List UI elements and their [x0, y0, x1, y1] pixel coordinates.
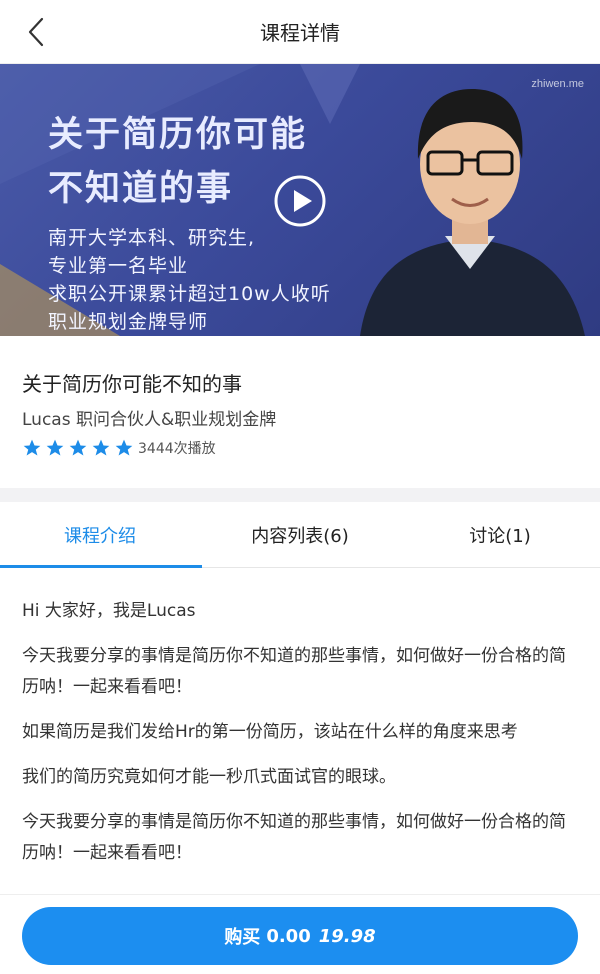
top-nav-bar: 课程详情 [0, 0, 600, 64]
course-rating: 3444次播放 [22, 438, 216, 458]
banner-headline: 关于简历你可能 不知道的事 [48, 115, 308, 209]
tab-discussion[interactable]: 讨论(1) [400, 502, 600, 568]
description-paragraph: 如果简历是我们发给Hr的第一份简历，该站在什么样的角度来思考 [22, 722, 518, 742]
banner-bullet: 专业第一名毕业 [48, 255, 189, 277]
description-paragraph: 今天我要分享的事情是简历你不知道的那些事情，如何做好一份合格的简历呐！一起来看看… [22, 646, 566, 697]
star-icon [23, 439, 41, 456]
tab-course-intro[interactable]: 课程介绍 [0, 502, 200, 568]
banner-bullet: 求职公开课累计超过10w人收听 [48, 283, 331, 305]
tab-content-list[interactable]: 内容列表(6) [200, 502, 400, 568]
course-description: Hi 大家好，我是Lucas 今天我要分享的事情是简历你不知道的那些事情，如何做… [22, 568, 578, 894]
rating-stars [22, 438, 134, 458]
star-icon [46, 439, 64, 456]
banner-bullet: 职业规划金牌导师 [48, 311, 209, 333]
star-icon [115, 439, 133, 456]
buy-label: 购买 [224, 927, 261, 948]
buy-button[interactable]: 购买 0.00 19.98 [22, 907, 578, 965]
bottom-action-bar: 购买 0.00 19.98 [0, 894, 600, 974]
course-title: 关于简历你可能不知的事 [22, 372, 242, 396]
description-paragraph: 今天我要分享的事情是简历你不知道的那些事情，如何做好一份合格的简历呐！一起来看看… [22, 812, 566, 863]
description-paragraph: Hi 大家好，我是Lucas [22, 601, 196, 621]
banner-bullet: 南开大学本科、研究生, [48, 227, 256, 249]
description-paragraph: 我们的简历究竟如何才能一秒爪式面试官的眼球。 [22, 767, 396, 787]
chevron-left-icon[interactable] [18, 14, 54, 50]
course-info: 关于简历你可能不知的事 Lucas 职问合伙人&职业规划金牌 3444次播放 [0, 336, 600, 488]
tab-bar: 课程介绍 内容列表(6) 讨论(1) [0, 502, 600, 568]
instructor-photo [360, 89, 585, 336]
section-divider [0, 488, 600, 502]
sale-price: 0.00 [266, 925, 311, 947]
play-icon[interactable] [273, 174, 327, 228]
banner-bullets: 南开大学本科、研究生, 专业第一名毕业 求职公开课累计超过10w人收听 职业规划… [48, 224, 331, 336]
course-video-banner[interactable]: zhiwen.me 关于简历你可能 不知道的事 南开大学本科、研究生, 专业第一… [0, 64, 600, 336]
star-icon [69, 439, 87, 456]
play-count: 3444次播放 [138, 441, 216, 457]
page-title: 课程详情 [260, 21, 340, 45]
course-author: Lucas 职问合伙人&职业规划金牌 [22, 410, 277, 430]
star-icon [92, 439, 110, 456]
original-price: 19.98 [318, 925, 376, 947]
